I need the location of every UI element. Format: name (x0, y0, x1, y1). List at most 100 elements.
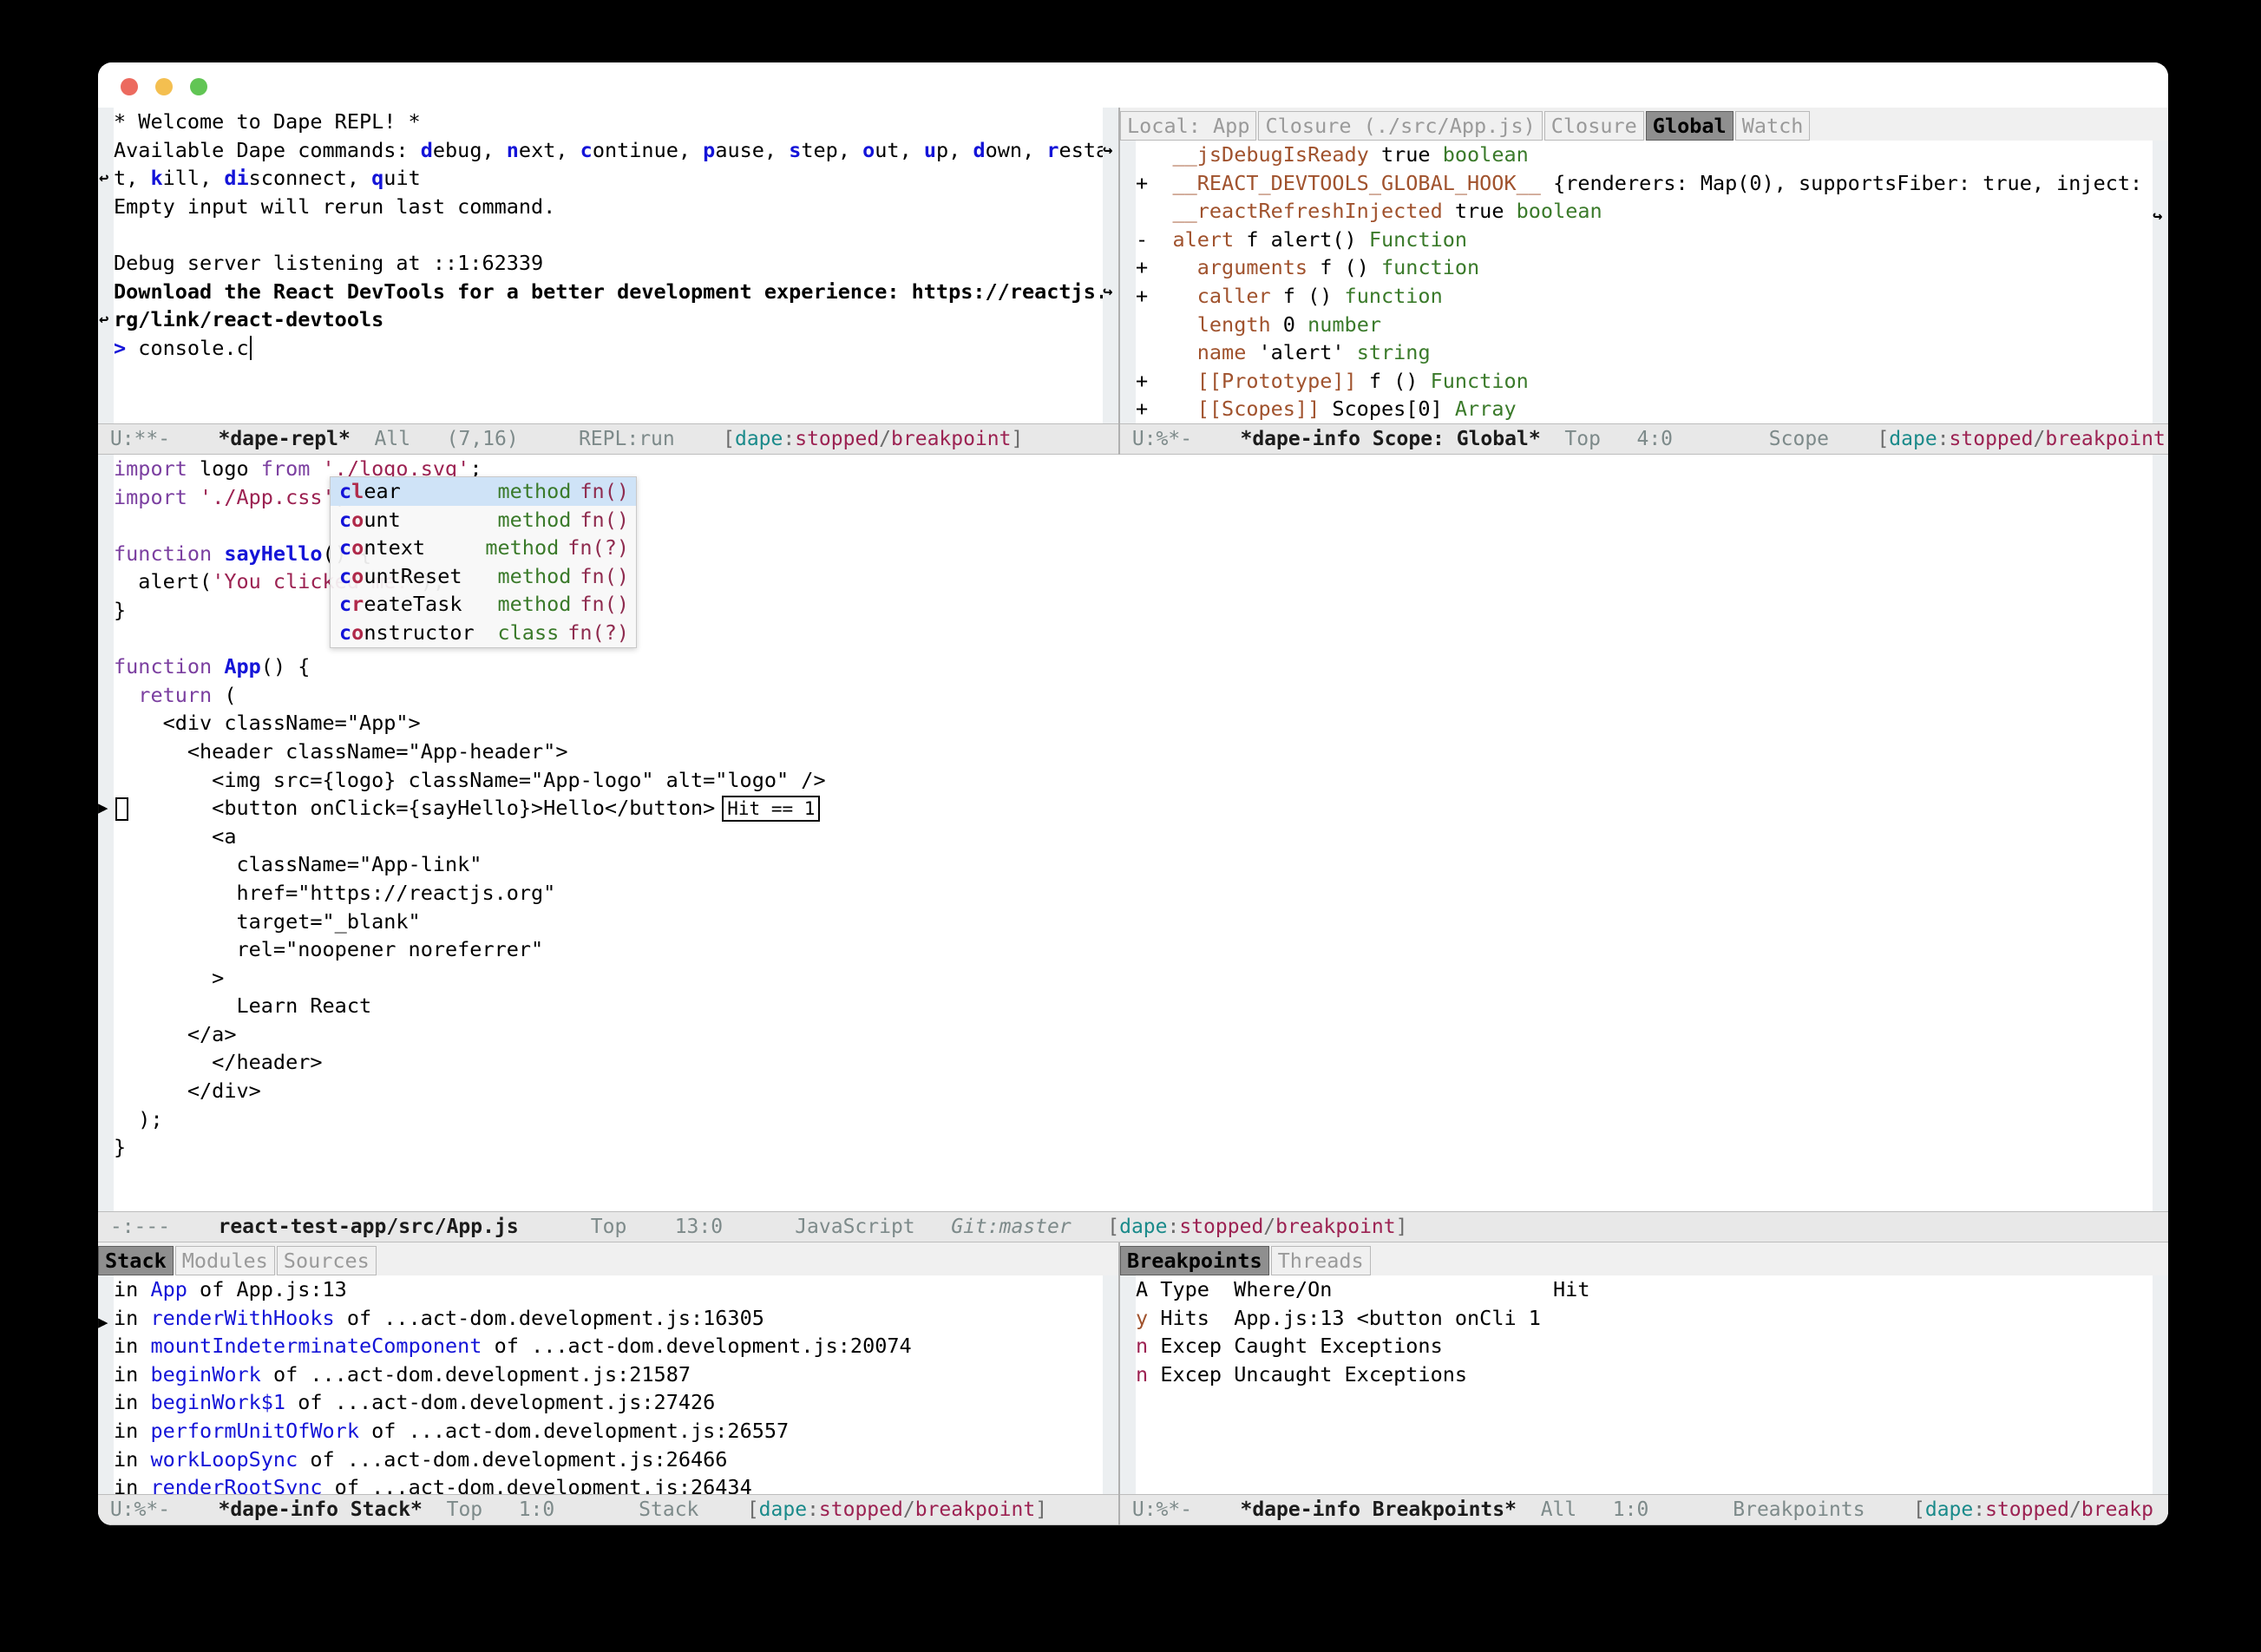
stack-tab-bar[interactable]: Stack Modules Sources (98, 1242, 1118, 1275)
tab-breakpoints[interactable]: Breakpoints (1120, 1245, 1269, 1275)
autocomplete-item[interactable]: countReset method fn() (331, 562, 636, 591)
scope-row[interactable]: + caller f () function (1136, 282, 2153, 311)
source-line[interactable]: > (114, 964, 2153, 993)
scope-row[interactable]: + [[Prototype]] f () Function (1136, 367, 2153, 396)
source-line[interactable]: <div className="App"> (114, 709, 2153, 738)
scope-buffer[interactable]: __jsDebugIsReady true boolean + __REACT_D… (1136, 141, 2153, 455)
tab-modules[interactable]: Modules (174, 1245, 275, 1275)
breakpoint-marker-icon[interactable]: ▶ (98, 794, 108, 823)
scope-var-name[interactable]: [[Scopes]] (1197, 397, 1320, 421)
scope-row[interactable]: + arguments f () function (1136, 253, 2153, 282)
scope-toggle[interactable]: + (1136, 369, 1148, 393)
scope-var-name[interactable]: __jsDebugIsReady (1172, 142, 1368, 167)
autocomplete-item[interactable]: constructor class fn(?) (331, 619, 636, 647)
stack-frame-func[interactable]: mountIndeterminateComponent (150, 1334, 482, 1358)
stack-frame-row[interactable]: in App of App.js:13 (114, 1275, 1103, 1304)
source-line[interactable]: <img src={logo} className="App-logo" alt… (114, 766, 2153, 795)
tab-sources[interactable]: Sources (276, 1245, 377, 1275)
autocomplete-popup[interactable]: clear method fn() count method fn() context met… (330, 476, 637, 648)
stack-frame-func[interactable]: beginWork$1 (150, 1390, 285, 1414)
breakpoint-where[interactable]: App.js:13 <button onCli (1234, 1306, 1529, 1330)
breakpoint-row[interactable]: n Excep Uncaught Exceptions (1136, 1360, 2153, 1389)
scope-var-name[interactable]: caller (1197, 284, 1271, 308)
source-line[interactable]: href="https://reactjs.org" (114, 879, 2153, 908)
tab-stack[interactable]: Stack (98, 1245, 174, 1275)
source-line[interactable]: return ( (114, 681, 2153, 710)
scope-toggle[interactable]: - (1136, 227, 1148, 252)
tab-closure-src-app-js[interactable]: Closure (./src/App.js) (1258, 110, 1543, 141)
close-button[interactable] (121, 78, 138, 95)
scope-row[interactable]: length 0 number (1136, 311, 2153, 339)
autocomplete-item[interactable]: count method fn() (331, 506, 636, 534)
tab-local-app[interactable]: Local: App (1120, 110, 1257, 141)
autocomplete-item[interactable]: context method fn(?) (331, 534, 636, 562)
repl-buffer[interactable]: * Welcome to Dape REPL! * Available Dape … (114, 108, 1103, 455)
repl-line: rg/link/react-devtools (114, 307, 384, 332)
source-line[interactable]: <header className="App-header"> (114, 738, 2153, 766)
stack-frame-row[interactable]: in beginWork$1 of ...act-dom.development… (114, 1388, 1103, 1417)
tab-watch[interactable]: Watch (1734, 110, 1811, 141)
tab-global[interactable]: Global (1645, 110, 1733, 141)
source-line[interactable]: function App() { (114, 652, 2153, 681)
source-line[interactable]: rel="noopener noreferrer" (114, 935, 2153, 964)
stack-frame-row[interactable]: in beginWork of ...act-dom.development.j… (114, 1360, 1103, 1389)
repl-input-line[interactable]: > console.c (114, 334, 1103, 363)
scope-toggle[interactable]: + (1136, 255, 1148, 279)
stack-frame-func[interactable]: renderWithHooks (150, 1306, 334, 1330)
tab-closure[interactable]: Closure (1543, 110, 1644, 141)
breakpoints-buffer[interactable]: A Type Where/On Hit y Hits App.js:13 <but… (1136, 1275, 2153, 1525)
source-line[interactable]: </header> (114, 1048, 2153, 1077)
stack-frame-func[interactable]: App (150, 1277, 187, 1301)
source-line[interactable]: } (114, 1133, 2153, 1162)
breakpoint-row[interactable]: n Excep Caught Exceptions (1136, 1332, 2153, 1360)
minimize-button[interactable] (155, 78, 173, 95)
source-line[interactable]: </div> (114, 1077, 2153, 1105)
scope-var-name[interactable]: arguments (1197, 255, 1307, 279)
breakpoint-where[interactable]: Uncaught Exceptions (1234, 1362, 1553, 1386)
autocomplete-item[interactable]: clear method fn() (331, 477, 636, 506)
stack-frame-func[interactable]: performUnitOfWork (150, 1419, 359, 1443)
zoom-button[interactable] (190, 78, 207, 95)
source-line[interactable]: <a (114, 823, 2153, 851)
source-line[interactable]: <button onClick={sayHello}>Hello</button… (114, 794, 2153, 823)
source-line[interactable]: ); (114, 1105, 2153, 1134)
stack-buffer[interactable]: in App of App.js:13 in renderWithHooks of… (114, 1275, 1103, 1525)
scope-var-name[interactable]: length (1197, 312, 1271, 337)
scope-var-name[interactable]: __REACT_DEVTOOLS_GLOBAL_HOOK__ (1172, 171, 1540, 195)
breakpoints-tab-bar[interactable]: Breakpoints Threads (1120, 1242, 2168, 1275)
scope-var-name[interactable]: __reactRefreshInjected (1172, 199, 1442, 223)
source-line[interactable]: className="App-link" (114, 850, 2153, 879)
source-line[interactable]: target="_blank" (114, 908, 2153, 936)
breakpoint-enabled-flag[interactable]: n (1136, 1362, 1148, 1386)
breakpoint-where[interactable]: Caught Exceptions (1234, 1334, 1553, 1358)
stack-frame-row[interactable]: in renderWithHooks of ...act-dom.develop… (114, 1304, 1103, 1333)
breakpoint-box-icon[interactable] (115, 797, 128, 822)
scope-row[interactable]: + [[Scopes]] Scopes[0] Array (1136, 395, 2153, 423)
scope-var-name[interactable]: alert (1172, 227, 1234, 252)
scope-tab-bar[interactable]: Local: App Closure (./src/App.js) Closure G… (1120, 108, 2168, 141)
scope-var-name[interactable]: [[Prototype]] (1197, 369, 1357, 393)
scope-row[interactable]: name 'alert' string (1136, 338, 2153, 367)
scope-toggle[interactable]: + (1136, 397, 1148, 421)
breakpoint-row[interactable]: y Hits App.js:13 <button onCli 1 (1136, 1304, 2153, 1333)
autocomplete-item[interactable]: createTask method fn() (331, 590, 636, 619)
scope-row[interactable]: + __REACT_DEVTOOLS_GLOBAL_HOOK__ {render… (1136, 169, 2153, 198)
scope-row[interactable]: - alert f alert() Function (1136, 226, 2153, 254)
stack-frame-row[interactable]: in performUnitOfWork of ...act-dom.devel… (114, 1417, 1103, 1446)
scope-toggle[interactable]: + (1136, 284, 1148, 308)
stack-frame-func[interactable]: beginWork (150, 1362, 260, 1386)
breakpoint-enabled-flag[interactable]: n (1136, 1334, 1148, 1358)
scope-toggle[interactable]: + (1136, 171, 1148, 195)
scope-row[interactable]: __reactRefreshInjected true boolean (1136, 197, 2153, 226)
stack-frame-row[interactable]: in workLoopSync of ...act-dom.developmen… (114, 1446, 1103, 1474)
scope-row[interactable]: __jsDebugIsReady true boolean (1136, 141, 2153, 169)
breakpoint-enabled-flag[interactable]: y (1136, 1306, 1148, 1330)
scope-pane: Local: App Closure (./src/App.js) Closure G… (1120, 108, 2168, 455)
stack-frame-row[interactable]: in mountIndeterminateComponent of ...act… (114, 1332, 1103, 1360)
tab-threads[interactable]: Threads (1270, 1245, 1371, 1275)
source-line[interactable]: </a> (114, 1020, 2153, 1049)
scope-var-name[interactable]: name (1197, 340, 1247, 364)
stack-frame-func[interactable]: workLoopSync (150, 1447, 298, 1472)
source-line[interactable]: Learn React (114, 992, 2153, 1020)
autocomplete-item-signature: fn() (580, 507, 629, 532)
